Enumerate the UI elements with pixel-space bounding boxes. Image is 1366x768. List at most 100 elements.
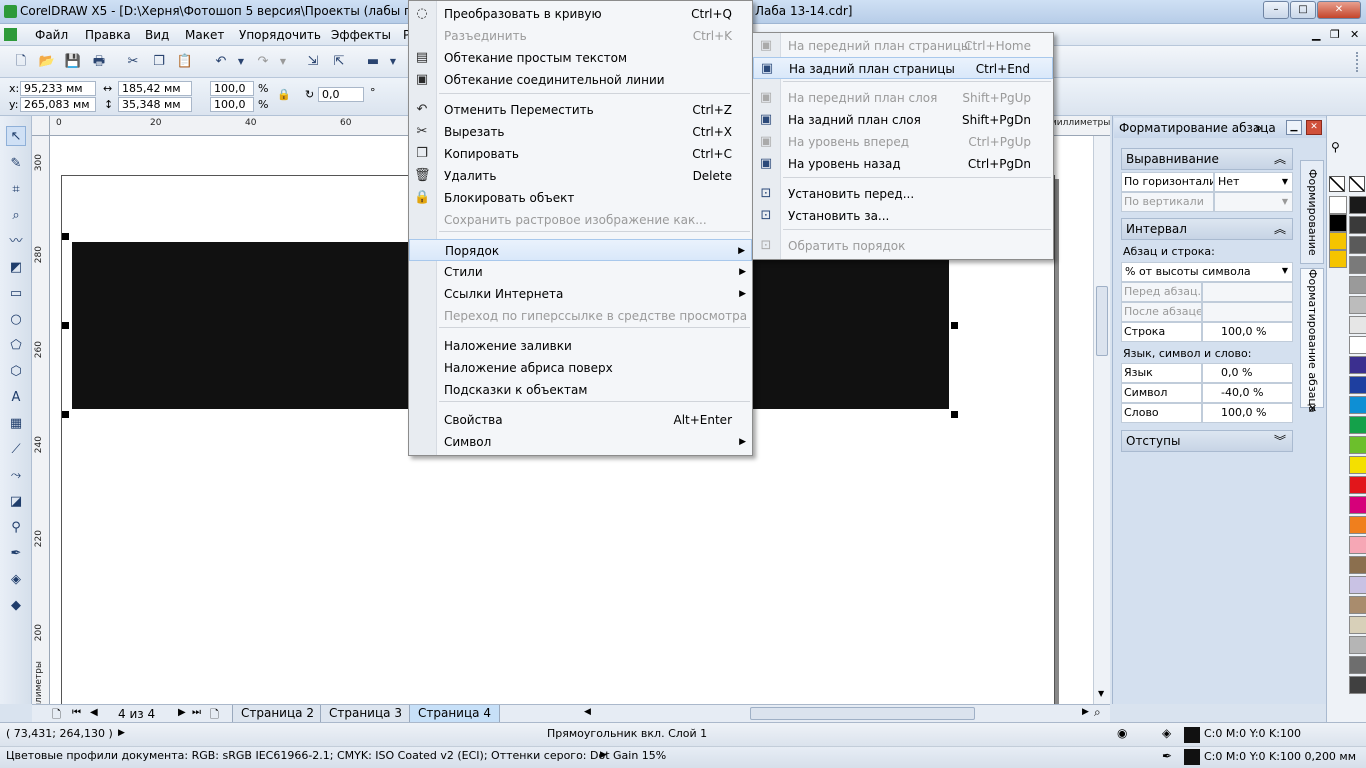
shape-tool-icon[interactable]: ✎ [6,154,26,174]
horizontal-scrollbar-thumb[interactable] [750,707,975,720]
x-position-field[interactable]: 95,233 мм [20,81,96,96]
docker-expand-icon[interactable]: » [1255,118,1262,138]
color-swatch[interactable] [1349,256,1366,274]
doc-restore-button[interactable]: ❐ [1330,28,1340,41]
submenu-item-behind[interactable]: ⊡ Установить за... [753,205,1053,227]
scale-x-field[interactable]: 100,0 [210,81,254,96]
color-swatch[interactable] [1349,356,1366,374]
copy-icon[interactable]: ❐ [150,53,168,71]
app-launcher-dropdown-icon[interactable]: ▼ [384,53,402,71]
color-swatch[interactable] [1349,496,1366,514]
color-swatch[interactable] [1349,216,1366,234]
scale-y-field[interactable]: 100,0 [210,97,254,112]
menu-item-convert-to-curves[interactable]: ◌ Преобразовать в кривую Ctrl+Q [409,3,752,25]
color-swatch[interactable] [1349,596,1366,614]
spacing-section-header[interactable]: Интервал ︽ [1121,218,1293,240]
no-color-swatch[interactable] [1329,176,1345,192]
height-field[interactable]: 35,348 мм [118,97,192,112]
lock-ratio-icon[interactable]: 🔒 [277,88,291,101]
rotation-field[interactable]: 0,0 [318,87,364,102]
color-swatch[interactable] [1349,576,1366,594]
lang-spacing-field[interactable]: 0,0 % [1202,363,1293,383]
color-swatch[interactable] [1349,236,1366,254]
scroll-thumb[interactable] [1096,286,1108,356]
app-launcher-icon[interactable]: ▬ [364,53,382,71]
color-swatch[interactable] [1349,616,1366,634]
polygon-tool-icon[interactable]: ⬠ [6,336,26,356]
outline-swatch[interactable] [1184,749,1200,765]
no-color-swatch[interactable] [1349,176,1365,192]
freehand-tool-icon[interactable]: 〰 [6,232,26,252]
selection-handle[interactable] [951,411,958,418]
scroll-down-icon[interactable]: ▼ [1098,689,1104,698]
snap-icon[interactable]: ◉ [1117,726,1127,740]
color-swatch[interactable] [1349,376,1366,394]
expand-icon[interactable]: ︾ [1274,431,1286,451]
zoom-navigator-icon[interactable]: ⌕ [1094,705,1101,720]
connector-tool-icon[interactable]: ⤳ [6,466,26,486]
color-swatch[interactable] [1349,656,1366,674]
redo-icon[interactable]: ↷ [254,53,272,71]
submenu-item-to-back-of-layer[interactable]: ▣ На задний план слоя Shift+PgDn [753,109,1053,131]
minimize-button[interactable]: – [1263,1,1289,19]
outline-tool-icon[interactable]: ✒ [6,544,26,564]
submenu-item-to-back-of-page[interactable]: ▣ На задний план страницы Ctrl+End [753,57,1053,79]
color-swatch[interactable] [1329,250,1347,268]
next-page-icon[interactable]: ▶ [178,707,186,718]
color-swatch[interactable] [1349,556,1366,574]
tab-page-3[interactable]: Страница 3 [320,705,411,723]
shadow-tool-icon[interactable]: ◪ [6,492,26,512]
color-swatch[interactable] [1349,396,1366,414]
align-section-header[interactable]: Выравнивание ︽ [1121,148,1293,170]
color-swatch[interactable] [1349,336,1366,354]
menu-item-order[interactable]: Порядок ▶ [409,239,752,261]
menu-item-object-hints[interactable]: Подсказки к объектам [409,379,752,401]
color-swatch[interactable] [1329,214,1347,232]
new-doc-icon[interactable]: 🗋 [12,53,30,71]
prev-page-icon[interactable]: ◀ [90,707,98,718]
zoom-tool-icon[interactable]: ⌕ [6,206,26,226]
export-icon[interactable]: ⇱ [330,53,348,71]
menu-item-internet-links[interactable]: Ссылки Интернета ▶ [409,283,752,305]
menu-item-lock-object[interactable]: 🔒 Блокировать объект [409,187,752,209]
indent-section-header[interactable]: Отступы ︾ [1121,430,1293,452]
ruler-origin[interactable] [32,116,50,136]
import-icon[interactable]: ⇲ [304,53,322,71]
color-swatch[interactable] [1329,196,1347,214]
color-swatch[interactable] [1349,636,1366,654]
ellipse-tool-icon[interactable]: ○ [6,310,26,330]
basic-shapes-icon[interactable]: ⬡ [6,362,26,382]
vertical-align-select[interactable]: ▼ [1214,192,1293,212]
menu-item-cut[interactable]: ✂ Вырезать Ctrl+X [409,121,752,143]
menu-item-delete[interactable]: 🗑 Удалить Delete [409,165,752,187]
color-swatch[interactable] [1349,456,1366,474]
hscroll-left-icon[interactable]: ◀ [584,707,591,717]
menu-item-copy[interactable]: ❐ Копировать Ctrl+C [409,143,752,165]
cut-icon[interactable]: ✂ [124,53,142,71]
profiles-arrow-icon[interactable]: ▶ [600,750,607,760]
tab-paragraph-format[interactable]: Форматирование абзаца [1300,268,1324,413]
width-field[interactable]: 185,42 мм [118,81,192,96]
pick-tool-icon[interactable]: ↖ [6,126,26,146]
rectangle-tool-icon[interactable]: ▭ [6,284,26,304]
color-swatch[interactable] [1349,196,1366,214]
doc-minimize-button[interactable]: ▁ [1312,28,1320,41]
redo-dropdown-icon[interactable]: ▼ [274,53,292,71]
color-swatch[interactable] [1349,316,1366,334]
tab-formation[interactable]: Формирование [1300,160,1324,264]
menu-item-undo-move[interactable]: ↶ Отменить Переместить Ctrl+Z [409,99,752,121]
line-spacing-field[interactable]: 100,0 % [1202,322,1293,342]
smart-fill-icon[interactable]: ◩ [6,258,26,278]
docker-minimize-button[interactable]: ▁ [1286,120,1302,135]
first-page-icon[interactable]: ⏮ [72,707,81,718]
menu-file[interactable]: Файл [35,28,68,42]
close-icon[interactable]: ✕ [1308,402,1317,415]
text-tool-icon[interactable]: A [6,388,26,408]
submenu-item-in-front-of[interactable]: ⊡ Установить перед... [753,183,1053,205]
hscroll-right-icon[interactable]: ▶ [1082,707,1089,717]
color-swatch[interactable] [1329,232,1347,250]
menu-item-properties[interactable]: Свойства Alt+Enter [409,409,752,431]
maximize-button[interactable]: □ [1290,1,1316,19]
fill-swatch[interactable] [1184,727,1200,743]
menu-item-connector-wrap[interactable]: ▣ Обтекание соединительной линии [409,69,752,91]
